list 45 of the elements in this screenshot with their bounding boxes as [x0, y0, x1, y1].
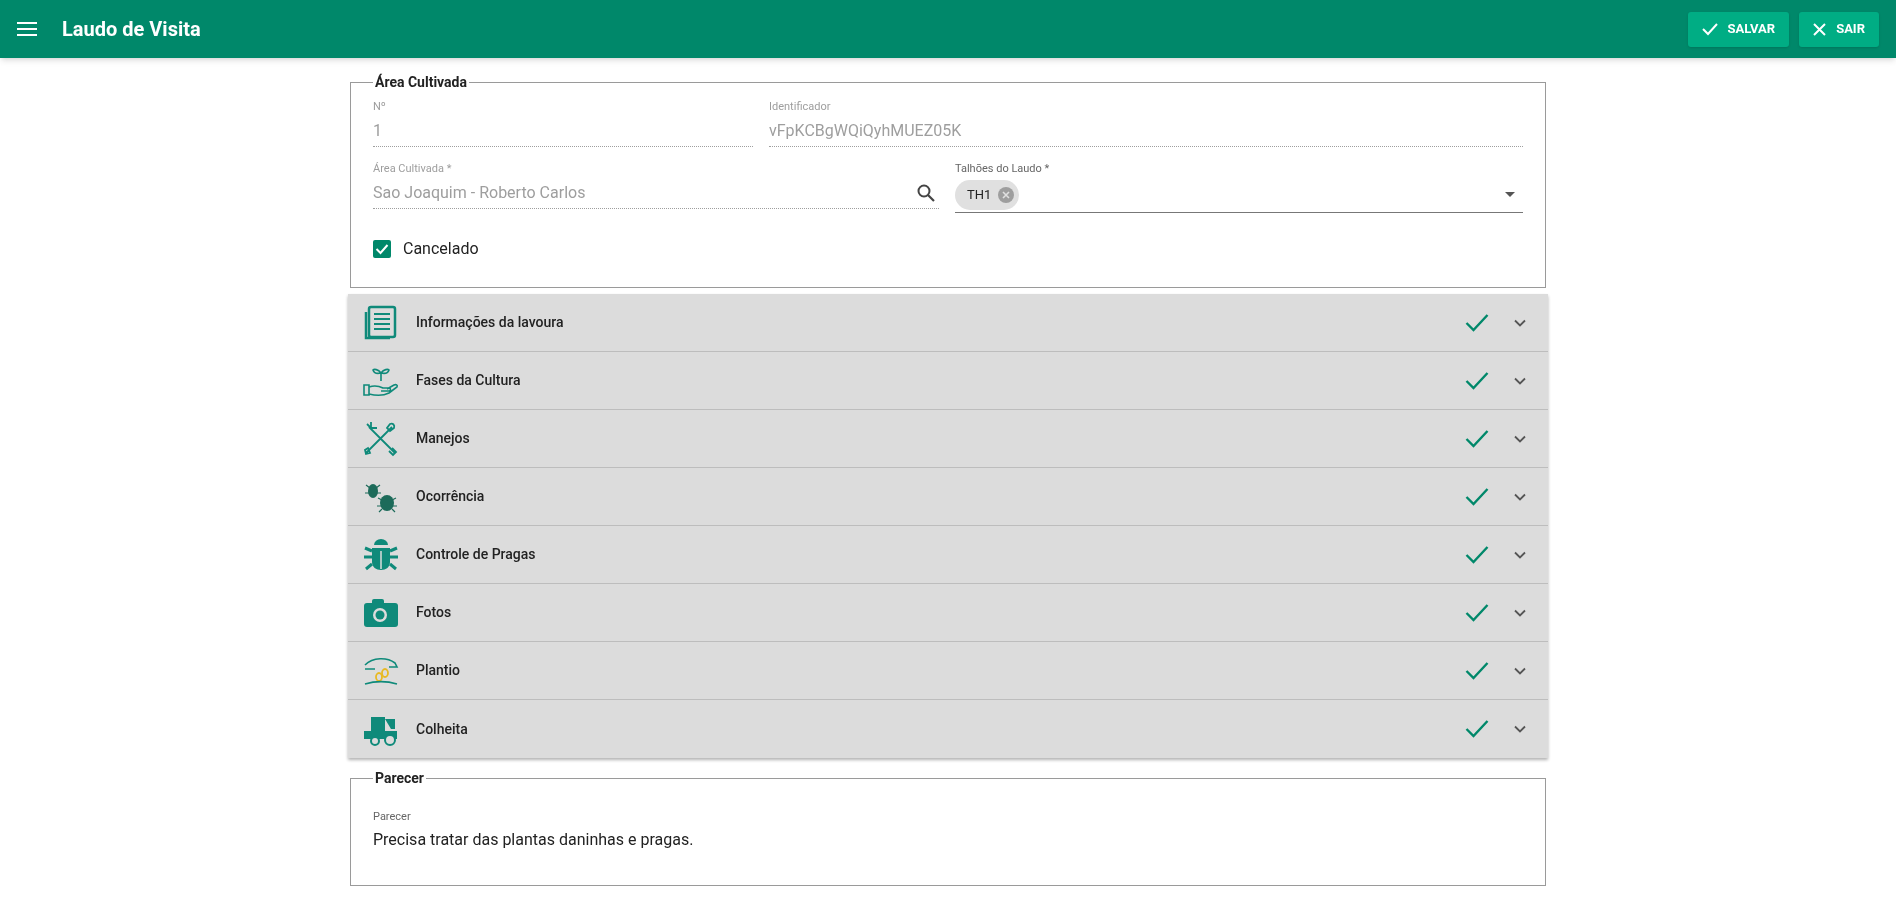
section-title: Fotos [416, 603, 453, 622]
bug-icon [363, 536, 399, 573]
accordion-header[interactable]: Fotos [348, 584, 1548, 642]
dropdown-caret-icon[interactable] [1505, 192, 1515, 197]
section-title: Ocorrência [416, 487, 486, 506]
chevron-icon[interactable] [1514, 608, 1526, 617]
section-title: Plantio [416, 661, 462, 680]
section-title: Controle de Pragas [416, 545, 537, 564]
tag-chip[interactable]: TH1 [955, 179, 1020, 210]
section-title: Informações da lavoura [416, 313, 565, 332]
document-icon [363, 304, 399, 341]
fieldset-legend: Área Cultivada [373, 72, 469, 93]
section-title: Colheita [416, 719, 469, 739]
chevron-icon[interactable] [1514, 318, 1526, 327]
field-label: Área Cultivada * [373, 161, 453, 177]
menu-icon[interactable] [17, 22, 37, 36]
check-icon [1701, 22, 1718, 36]
app-title: Laudo de Visita [62, 16, 201, 43]
chevron-icon[interactable] [1514, 492, 1526, 501]
select-field[interactable]: TH1 [955, 177, 1523, 213]
accordion-header[interactable]: Informações da lavoura [348, 294, 1548, 352]
fieldset-legend: Parecer [373, 768, 426, 789]
checkbox-label: Cancelado [403, 238, 479, 260]
field-label: Identificador [769, 99, 832, 115]
accordion-header[interactable]: Colheita [348, 700, 1548, 758]
chevron-icon[interactable] [1514, 376, 1526, 385]
field-label: Talhões do Laudo * [955, 161, 1051, 177]
chevron-icon[interactable] [1514, 725, 1526, 733]
chevron-icon[interactable] [1514, 550, 1526, 559]
accordion-header[interactable]: Ocorrência [348, 468, 1548, 526]
crossed-tools-icon [363, 420, 399, 457]
accordion-header[interactable]: Controle de Pragas [348, 526, 1548, 584]
accordion-header[interactable]: Plantio [348, 642, 1548, 700]
chevron-icon[interactable] [1514, 434, 1526, 443]
section-title: Fases da Cultura [416, 371, 522, 390]
chevron-icon[interactable] [1514, 666, 1526, 675]
field-value: Precisa tratar das plantas daninhas e pragas. [373, 828, 695, 851]
accordion-header[interactable]: Fases da Cultura [348, 352, 1548, 410]
section-title: Manejos [416, 429, 471, 448]
close-icon [1813, 22, 1827, 36]
parecer-field[interactable]: Parecer Precisa tratar das plantas daninhas e pragas. [373, 809, 1523, 852]
accordion-header[interactable]: Manejos [348, 410, 1548, 468]
checkbox[interactable] [373, 240, 391, 258]
field-label: Nº [373, 99, 387, 115]
field-label: Parecer [373, 809, 412, 825]
